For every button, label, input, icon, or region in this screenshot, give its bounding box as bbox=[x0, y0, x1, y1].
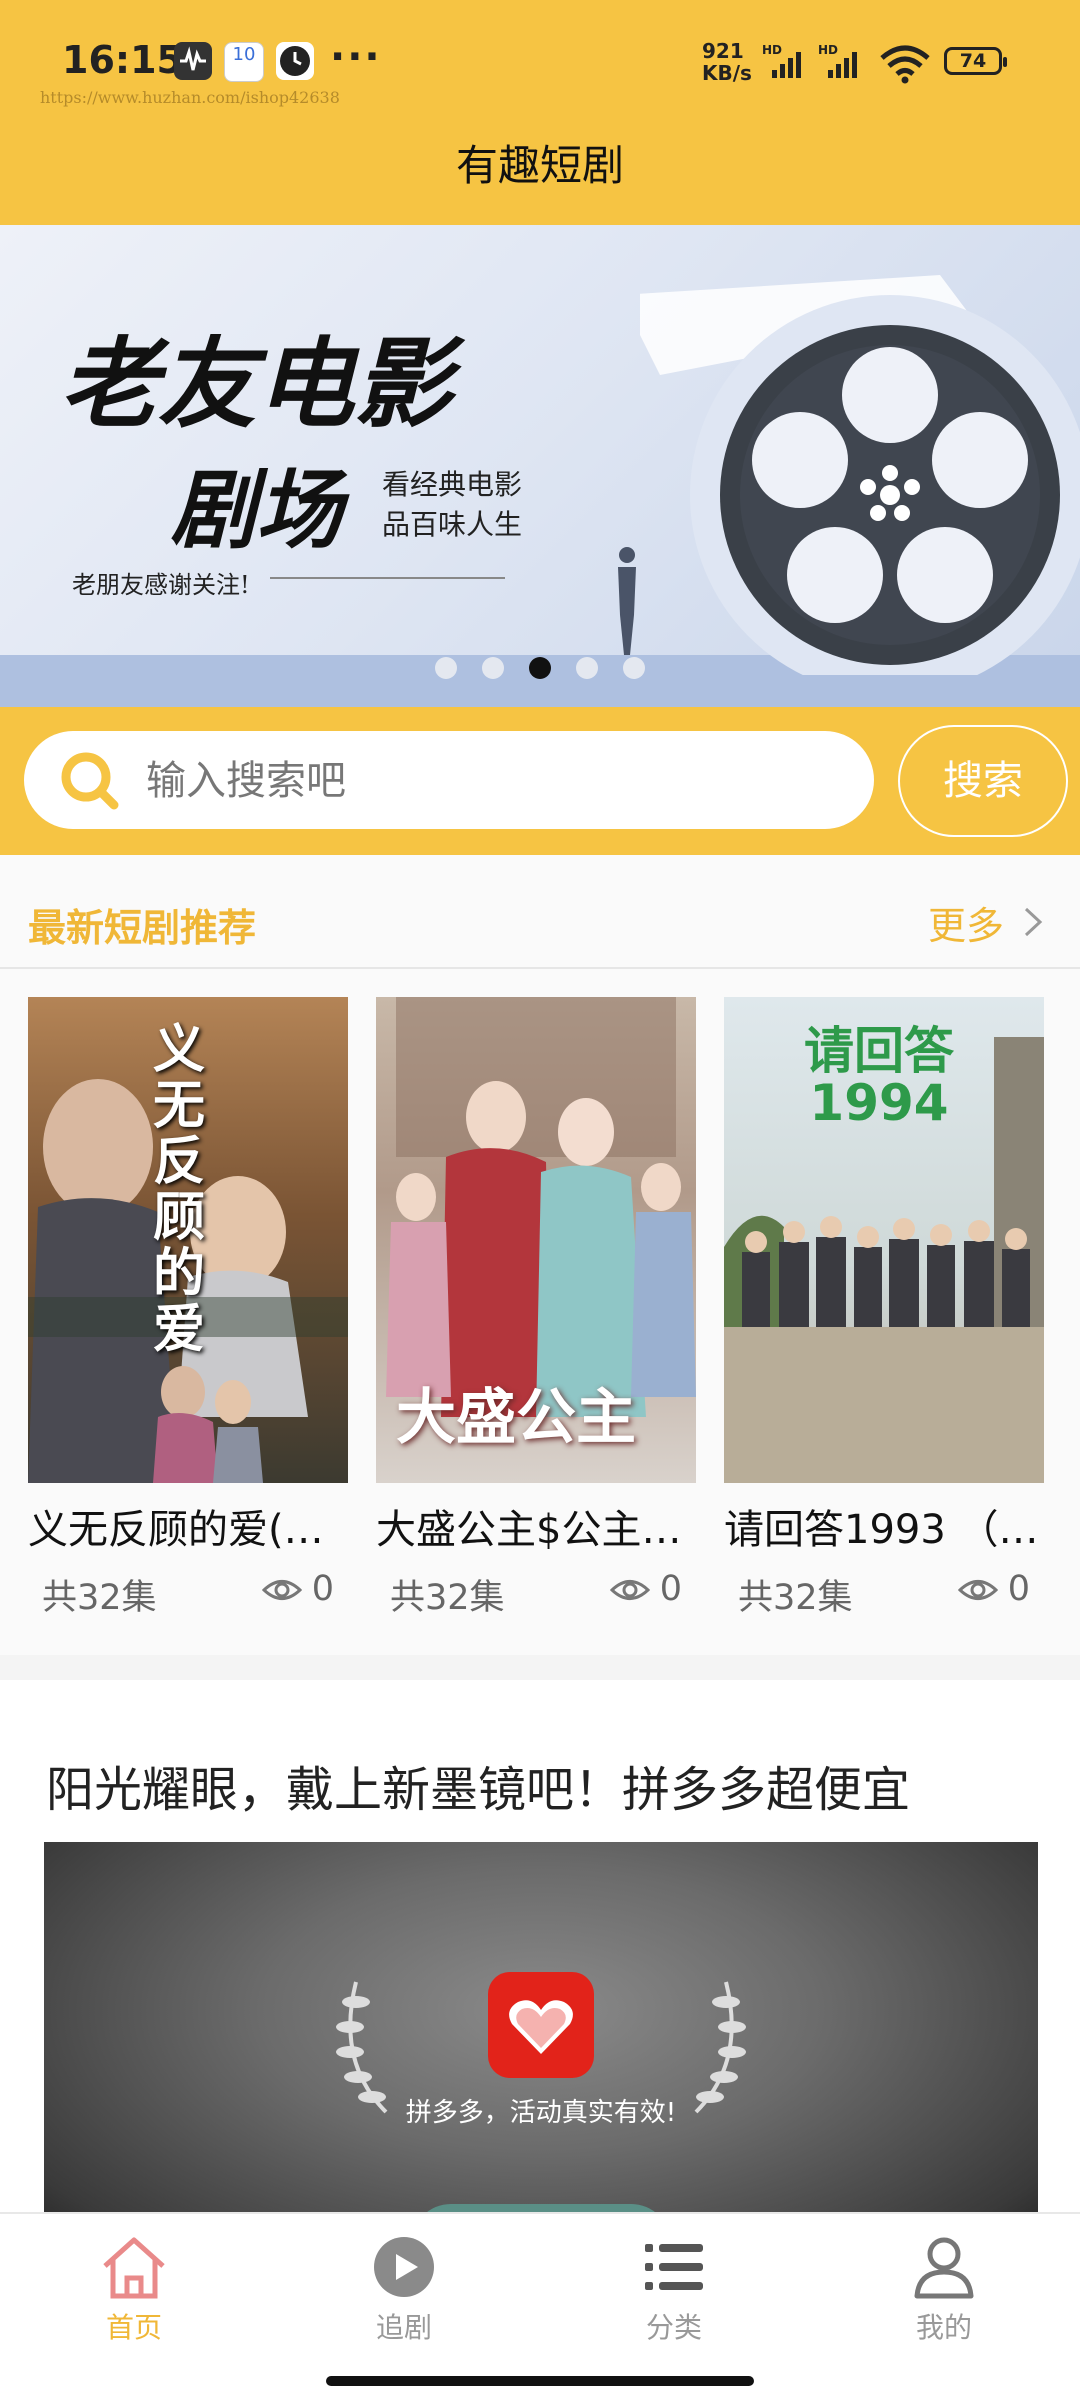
more-link[interactable]: 更多 bbox=[928, 895, 1004, 950]
home-indicator[interactable] bbox=[326, 2376, 754, 2386]
clock-app-icon bbox=[276, 42, 314, 80]
banner-carousel[interactable]: 老友电影 剧场 看经典电影 品百味人生 老朋友感谢关注! bbox=[0, 225, 1080, 707]
episode-count: 共32集 bbox=[390, 1578, 505, 1618]
tab-categories[interactable]: 分类 bbox=[584, 2234, 764, 2346]
banner-subtitle-line2: 品百味人生 bbox=[382, 508, 523, 541]
carousel-dot[interactable] bbox=[576, 657, 599, 679]
signal-2-icon: HD bbox=[818, 44, 857, 78]
poster-title-text: 请回答1994 bbox=[804, 1022, 954, 1132]
ad-image[interactable]: 拼多多，活动真实有效! bbox=[44, 1842, 1038, 2262]
ad-caption: 拼多多，活动真实有效! bbox=[405, 2098, 677, 2128]
page-title: 有趣短剧 bbox=[455, 141, 624, 190]
carousel-dot[interactable] bbox=[623, 657, 646, 679]
drama-poster[interactable]: 义无反顾的爱 bbox=[28, 997, 348, 1483]
battery-indicator: 74 bbox=[944, 47, 1007, 75]
search-icon bbox=[61, 752, 119, 810]
carousel-indicator bbox=[0, 657, 1080, 687]
carousel-dot-active[interactable] bbox=[529, 657, 551, 679]
tab-label: 分类 bbox=[645, 2311, 702, 2344]
eye-icon bbox=[958, 1580, 998, 1600]
drama-title[interactable]: 请回答1993 （… bbox=[724, 1497, 1044, 1555]
net-speed-value: 921 bbox=[702, 39, 744, 63]
drama-poster[interactable]: 大盛公主 bbox=[376, 997, 696, 1483]
episode-count: 共32集 bbox=[42, 1578, 157, 1618]
tab-home[interactable]: 首页 bbox=[44, 2234, 224, 2346]
voice-app-icon bbox=[174, 42, 212, 80]
drama-title[interactable]: 大盛公主$公主… bbox=[376, 1497, 696, 1555]
view-count: 0 bbox=[659, 1569, 682, 1609]
svg-text:HD: HD bbox=[762, 44, 782, 57]
net-speed: 921 KB/s bbox=[702, 40, 752, 84]
view-count: 0 bbox=[1007, 1569, 1030, 1609]
tab-label: 我的 bbox=[915, 2311, 972, 2344]
tab-following[interactable]: 追剧 bbox=[314, 2234, 494, 2346]
search-button[interactable]: 搜索 bbox=[898, 725, 1068, 837]
drama-meta: 共32集 0 bbox=[724, 1569, 1044, 1619]
ad-card[interactable]: 阳光耀眼，戴上新墨镜吧！拼多多超便宜 拼多多，活动真实有效! bbox=[0, 1680, 1080, 2262]
silhouette-figure bbox=[618, 547, 636, 655]
banner-note: 老朋友感谢关注! bbox=[72, 571, 250, 599]
eye-icon bbox=[262, 1580, 302, 1600]
search-input[interactable] bbox=[144, 731, 848, 831]
tab-label: 追剧 bbox=[375, 2311, 432, 2344]
drama-card[interactable]: 请回答1994 请回答1993 （… 共32集 0 bbox=[724, 997, 1044, 1619]
search-box[interactable] bbox=[24, 731, 874, 831]
carousel-dot[interactable] bbox=[481, 657, 504, 679]
view-count: 0 bbox=[311, 1569, 334, 1609]
more-notifications-icon: ··· bbox=[330, 34, 382, 80]
calendar-app-icon: 10 bbox=[224, 42, 264, 82]
carousel-dot[interactable] bbox=[434, 657, 457, 679]
calendar-badge: 10 bbox=[232, 44, 256, 65]
net-speed-unit: KB/s bbox=[702, 61, 752, 85]
poster-title-text: 大盛公主 bbox=[396, 1383, 636, 1453]
home-icon bbox=[103, 2237, 165, 2299]
drama-meta: 共32集 0 bbox=[376, 1569, 696, 1619]
film-reel-icon bbox=[640, 275, 1080, 675]
svg-text:HD: HD bbox=[818, 44, 838, 57]
section-divider bbox=[0, 967, 1080, 969]
status-time: 16:15 bbox=[62, 38, 183, 82]
search-bar: 搜索 bbox=[0, 707, 1080, 855]
episode-count: 共32集 bbox=[738, 1578, 853, 1618]
user-icon bbox=[914, 2237, 974, 2299]
ad-title[interactable]: 阳光耀眼，戴上新墨镜吧！拼多多超便宜 bbox=[46, 1750, 910, 1820]
tab-label: 首页 bbox=[105, 2311, 162, 2344]
banner-title-line2: 剧场 bbox=[170, 460, 342, 561]
banner-title-line1: 老友电影 bbox=[60, 327, 453, 442]
wifi-icon bbox=[880, 45, 930, 84]
banner-divider bbox=[270, 577, 505, 579]
pinduoduo-logo-icon bbox=[488, 1972, 594, 2078]
bottom-tab-bar: 首页 追剧 分类 我的 bbox=[0, 2212, 1080, 2402]
section-title: 最新短剧推荐 bbox=[28, 906, 257, 950]
chevron-right-icon[interactable] bbox=[1018, 905, 1048, 939]
drama-poster[interactable]: 请回答1994 bbox=[724, 997, 1044, 1483]
list-icon bbox=[645, 2244, 703, 2290]
drama-meta: 共32集 0 bbox=[28, 1569, 348, 1619]
signal-1-icon: HD bbox=[762, 44, 801, 78]
drama-card[interactable]: 大盛公主 大盛公主$公主… 共32集 0 bbox=[376, 997, 696, 1619]
banner-subtitle-line1: 看经典电影 bbox=[382, 468, 523, 501]
poster-title-text: 义无反顾的爱 bbox=[153, 1019, 206, 1360]
eye-icon bbox=[610, 1580, 650, 1600]
recommend-section: 最新短剧推荐 更多 义无反顾的爱 义无反顾的爱(… 共32集 0 大盛公主 大盛… bbox=[0, 855, 1080, 1655]
status-bar: 16:15 10 ··· https://www.huzhan.com/isho… bbox=[0, 0, 1080, 110]
play-icon bbox=[374, 2237, 434, 2297]
drama-card[interactable]: 义无反顾的爱 义无反顾的爱(… 共32集 0 bbox=[28, 997, 348, 1619]
drama-title[interactable]: 义无反顾的爱(… bbox=[28, 1497, 348, 1555]
tab-profile[interactable]: 我的 bbox=[854, 2234, 1034, 2346]
watermark: https://www.huzhan.com/ishop42638 bbox=[40, 88, 340, 107]
